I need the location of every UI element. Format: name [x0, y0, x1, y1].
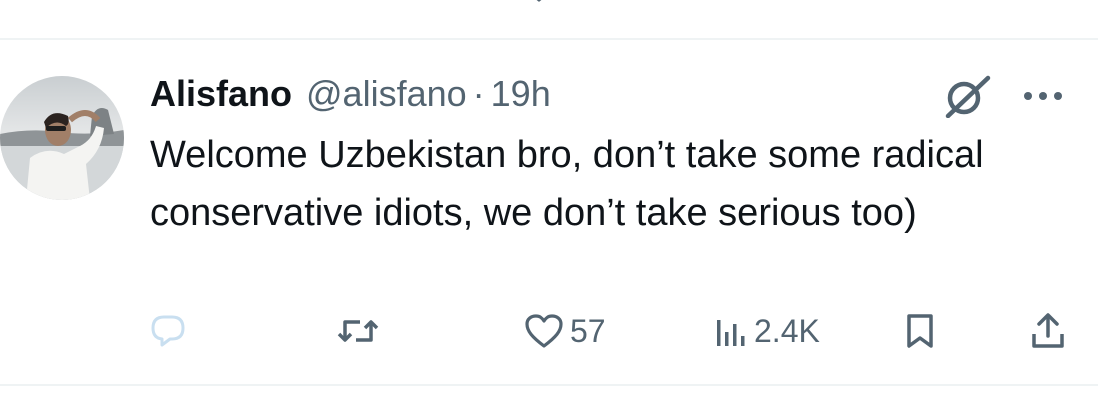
share-icon [1032, 313, 1064, 348]
views-button[interactable]: 2.4K [714, 306, 820, 356]
separator-dot: · [472, 73, 485, 114]
more-icon[interactable] [1018, 84, 1068, 108]
bookmark-button[interactable] [904, 306, 936, 356]
reply-icon [151, 315, 185, 347]
previous-tweet-actions [0, 0, 1098, 12]
views-icon [717, 320, 745, 346]
previous-bookmark-icon-fragment [906, 0, 932, 6]
retweet-icon [337, 320, 379, 342]
avatar[interactable] [0, 76, 124, 200]
tweet-actions: 57 2.4K [0, 306, 1098, 356]
like-button[interactable]: 57 [524, 306, 606, 356]
divider-bottom [0, 384, 1098, 386]
previous-views-icon-fragment [718, 0, 744, 6]
author-name[interactable]: Alisfano [150, 73, 292, 115]
like-icon [525, 314, 563, 348]
previous-like-icon-fragment [526, 0, 552, 6]
reply-button[interactable] [150, 306, 192, 356]
retweet-button[interactable] [336, 306, 386, 356]
timestamp[interactable]: 19h [491, 73, 551, 115]
tweet-text: Welcome Uzbekistan bro, don’t take some … [150, 134, 984, 234]
like-count: 57 [570, 312, 606, 349]
share-button[interactable] [1030, 306, 1066, 356]
grok-icon[interactable] [940, 74, 994, 119]
tweet-header: Alisfano @alisfano · 19h [150, 70, 551, 118]
avatar-photo [0, 76, 124, 200]
previous-share-icon-fragment [1032, 0, 1058, 6]
author-handle[interactable]: @alisfano [306, 73, 467, 115]
tweet[interactable]: Alisfano @alisfano · 19h Welcome Uzbekis… [0, 40, 1098, 384]
bookmark-icon [907, 314, 933, 348]
views-count: 2.4K [754, 312, 820, 349]
